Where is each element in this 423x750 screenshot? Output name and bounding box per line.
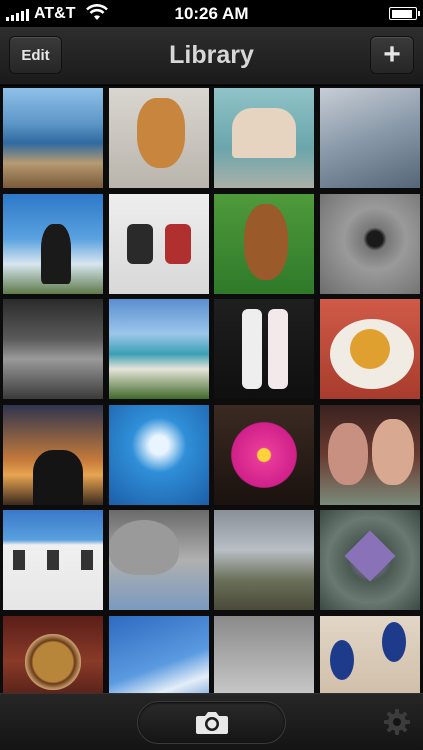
battery-icon [389, 7, 420, 20]
photo-windblown-hair[interactable] [3, 194, 103, 294]
settings-gear-icon[interactable] [383, 708, 411, 736]
camera-button[interactable] [137, 701, 286, 744]
photo-swimmer-pool[interactable] [109, 405, 209, 505]
photo-sandals-sand[interactable] [320, 616, 420, 693]
bottom-toolbar [0, 693, 423, 750]
photo-knit-hat[interactable] [109, 510, 209, 610]
status-bar: AT&T 10:26 AM [0, 0, 423, 27]
photo-snow-chairs[interactable] [109, 194, 209, 294]
photo-golden-puppy[interactable] [109, 88, 209, 188]
photo-white-building[interactable] [3, 510, 103, 610]
photo-winter-trees[interactable] [214, 510, 314, 610]
photo-coastal-cliff[interactable] [3, 88, 103, 188]
photo-lip-balms[interactable] [214, 299, 314, 399]
photo-snowy-branches[interactable] [214, 616, 314, 693]
photo-beach-cliffs[interactable] [109, 299, 209, 399]
photo-brown-puppy-grass[interactable] [214, 194, 314, 294]
photo-train-station[interactable] [3, 299, 103, 399]
photo-sunset-silhouette[interactable] [3, 405, 103, 505]
photo-friends-cart[interactable] [214, 88, 314, 188]
photo-pink-flower[interactable] [214, 405, 314, 505]
photo-moon-crater[interactable] [320, 194, 420, 294]
photo-frosted-leaf[interactable] [320, 510, 420, 610]
photo-couple-selfie[interactable] [320, 405, 420, 505]
page-title: Library [169, 41, 254, 69]
camera-icon [195, 711, 228, 734]
photo-cloudy-sky[interactable] [320, 88, 420, 188]
add-photo-button[interactable]: + [370, 36, 414, 74]
photo-coffee-cup[interactable] [3, 616, 103, 693]
navigation-bar: Edit Library + [0, 27, 423, 85]
photo-grid [0, 86, 423, 693]
clock: 10:26 AM [174, 4, 249, 23]
photo-food-plate[interactable] [320, 299, 420, 399]
photo-blue-sky-clouds[interactable] [109, 616, 209, 693]
